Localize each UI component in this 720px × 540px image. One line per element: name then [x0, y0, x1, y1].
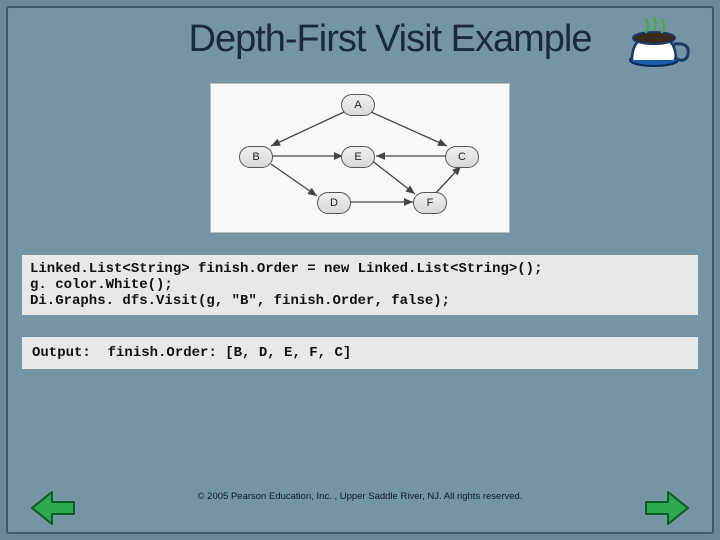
output-text: finish.Order: [B, D, E, F, C]: [108, 345, 352, 361]
graph-node-d: D: [317, 192, 351, 214]
graph-node-a: A: [341, 94, 375, 116]
code-block: Linked.List<String> finish.Order = new L…: [22, 255, 698, 315]
graph-node-f: F: [413, 192, 447, 214]
output-label: Output:: [32, 345, 91, 361]
code-line-1: Linked.List<String> finish.Order = new L…: [30, 261, 542, 277]
prev-slide-button[interactable]: [30, 490, 76, 526]
coffee-cup-icon: [624, 16, 694, 74]
graph-diagram: A B E C D F: [210, 83, 510, 233]
slide-frame: Depth-First Visit Example: [6, 6, 714, 534]
code-line-3: Di.Graphs. dfs.Visit(g, "B", finish.Orde…: [30, 293, 450, 309]
graph-node-e: E: [341, 146, 375, 168]
next-slide-button[interactable]: [644, 490, 690, 526]
graph-node-b: B: [239, 146, 273, 168]
output-block: Output: finish.Order: [B, D, E, F, C]: [22, 337, 698, 369]
graph-node-c: C: [445, 146, 479, 168]
code-line-2: g. color.White();: [30, 277, 173, 293]
copyright-text: © 2005 Pearson Education, Inc. , Upper S…: [8, 491, 712, 502]
slide-title: Depth-First Visit Example: [8, 8, 712, 65]
